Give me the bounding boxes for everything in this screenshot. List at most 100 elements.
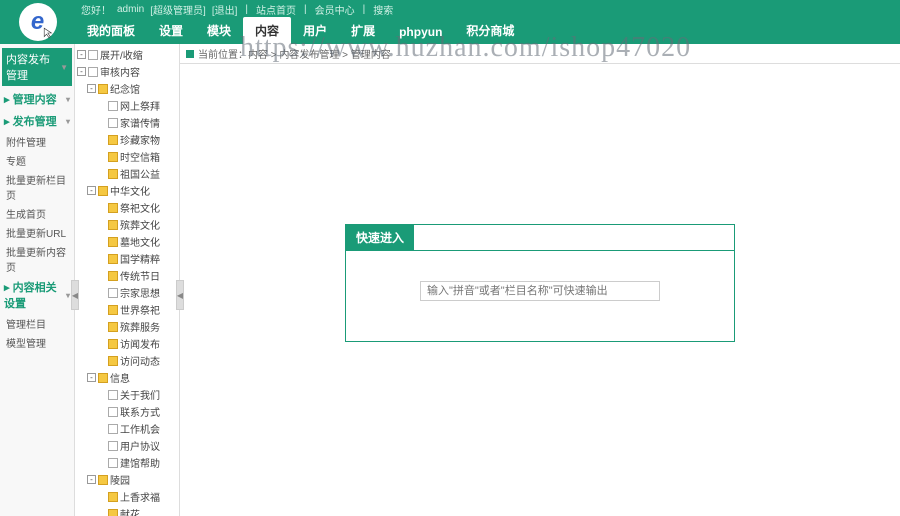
tree-node-11[interactable]: 墓地文化: [75, 233, 179, 250]
logout-link[interactable]: [退出]: [212, 2, 238, 17]
tree-node-27[interactable]: 献花: [75, 505, 179, 516]
username-text: admin: [117, 4, 144, 15]
tree-node-14[interactable]: 宗家思想: [75, 284, 179, 301]
tab-0[interactable]: 我的面板: [75, 17, 147, 44]
tree-label: 献花: [120, 506, 140, 516]
topbar: 您好！ admin [超级管理员] [退出] | 站点首页 | 会员中心 | 搜…: [75, 0, 900, 18]
quick-entry-input[interactable]: [420, 281, 660, 301]
chevron-icon: ▾: [66, 95, 70, 104]
tree-toggle-icon[interactable]: -: [87, 84, 96, 93]
left-group-2[interactable]: ▸ 内容相关设置▾: [2, 276, 72, 314]
tab-1[interactable]: 设置: [147, 17, 195, 44]
tab-6[interactable]: phpyun: [387, 20, 454, 44]
folder-icon: [108, 169, 118, 179]
tree-label: 家谱传情: [120, 115, 160, 130]
tree-node-10[interactable]: 殡葬文化: [75, 216, 179, 233]
tree-node-24[interactable]: 建馆帮助: [75, 454, 179, 471]
folder-icon: [108, 135, 118, 145]
left-item-1-2[interactable]: 批量更新栏目页: [2, 170, 72, 204]
tree-toggle-icon[interactable]: -: [77, 67, 86, 76]
tree-node-25[interactable]: - 陵园: [75, 471, 179, 488]
tree-node-13[interactable]: 传统节日: [75, 267, 179, 284]
tree-node-19[interactable]: - 信息: [75, 369, 179, 386]
tree-node-2[interactable]: - 纪念馆: [75, 80, 179, 97]
tree-toggle-icon[interactable]: -: [87, 373, 96, 382]
tab-5[interactable]: 扩展: [339, 17, 387, 44]
tree-label: 陵园: [110, 472, 130, 487]
tab-2[interactable]: 模块: [195, 17, 243, 44]
folder-icon: [108, 203, 118, 213]
tree-node-22[interactable]: 工作机会: [75, 420, 179, 437]
chevron-icon: ▾: [66, 117, 70, 126]
left-item-1-1[interactable]: 专题: [2, 151, 72, 170]
logo[interactable]: e: [19, 3, 57, 41]
tree-label: 联系方式: [120, 404, 160, 419]
tree-label: 纪念馆: [110, 81, 140, 96]
left-item-1-4[interactable]: 批量更新URL: [2, 223, 72, 242]
page-icon: [108, 288, 118, 298]
tree-node-23[interactable]: 用户协议: [75, 437, 179, 454]
folder-icon: [108, 237, 118, 247]
member-center-link[interactable]: 会员中心: [315, 2, 355, 17]
category-tree[interactable]: -展开/收缩-审核内容-纪念馆网上祭拜家谱传情珍藏家物时空信箱祖国公益-中华文化…: [75, 44, 180, 516]
breadcrumb-icon: [186, 50, 194, 58]
tree-toggle-icon[interactable]: -: [87, 186, 96, 195]
tree-label: 建馆帮助: [120, 455, 160, 470]
tree-node-3[interactable]: 网上祭拜: [75, 97, 179, 114]
tree-label: 用户协议: [120, 438, 160, 453]
tree-node-12[interactable]: 国学精粹: [75, 250, 179, 267]
left-item-2-1[interactable]: 模型管理: [2, 333, 72, 352]
folder-icon: [98, 475, 108, 485]
folder-icon: [108, 509, 118, 516]
quick-entry-title: 快速进入: [346, 225, 414, 250]
left-item-2-0[interactable]: 管理栏目: [2, 314, 72, 333]
tree-node-1[interactable]: - 审核内容: [75, 63, 179, 80]
page-icon: [108, 424, 118, 434]
tree-node-5[interactable]: 珍藏家物: [75, 131, 179, 148]
tree-node-9[interactable]: 祭祀文化: [75, 199, 179, 216]
left-group-1[interactable]: ▸ 发布管理▾: [2, 110, 72, 132]
tree-label: 传统节日: [120, 268, 160, 283]
left-panel-collapse[interactable]: ◀: [71, 280, 79, 310]
tree-node-4[interactable]: 家谱传情: [75, 114, 179, 131]
tree-label: 墓地文化: [120, 234, 160, 249]
left-group-0[interactable]: ▸ 管理内容▾: [2, 88, 72, 110]
left-item-1-3[interactable]: 生成首页: [2, 204, 72, 223]
tree-label: 国学精粹: [120, 251, 160, 266]
tab-3[interactable]: 内容: [243, 17, 291, 44]
folder-icon: [108, 254, 118, 264]
folder-icon: [98, 373, 108, 383]
left-panel-header[interactable]: 内容发布管理▼: [2, 48, 72, 86]
tree-node-17[interactable]: 访闻发布: [75, 335, 179, 352]
folder-icon: [98, 186, 108, 196]
page-icon: [88, 50, 98, 60]
tree-node-7[interactable]: 祖国公益: [75, 165, 179, 182]
tree-label: 信息: [110, 370, 130, 385]
folder-icon: [108, 492, 118, 502]
tree-label: 展开/收缩: [100, 47, 143, 62]
main-tabs: 我的面板设置模块内容用户扩展phpyun积分商城: [75, 18, 900, 44]
tree-label: 殡葬服务: [120, 319, 160, 334]
tree-node-16[interactable]: 殡葬服务: [75, 318, 179, 335]
tab-7[interactable]: 积分商城: [454, 17, 526, 44]
tree-panel-collapse[interactable]: ◀: [176, 280, 184, 310]
left-item-1-5[interactable]: 批量更新内容页: [2, 242, 72, 276]
tree-node-0[interactable]: - 展开/收缩: [75, 46, 179, 63]
tree-node-20[interactable]: 关于我们: [75, 386, 179, 403]
logo-area: e: [0, 0, 75, 44]
page-icon: [88, 67, 98, 77]
tree-node-8[interactable]: -中华文化: [75, 182, 179, 199]
tree-toggle-icon[interactable]: -: [87, 475, 96, 484]
tree-node-6[interactable]: 时空信箱: [75, 148, 179, 165]
tree-node-26[interactable]: 上香求福: [75, 488, 179, 505]
chevron-icon: ▾: [66, 291, 70, 300]
search-link[interactable]: 搜索: [373, 2, 393, 17]
tree-node-18[interactable]: 访问动态: [75, 352, 179, 369]
tree-node-15[interactable]: 世界祭祀: [75, 301, 179, 318]
left-item-1-0[interactable]: 附件管理: [2, 132, 72, 151]
tree-label: 审核内容: [100, 64, 140, 79]
site-home-link[interactable]: 站点首页: [256, 2, 296, 17]
tree-node-21[interactable]: 联系方式: [75, 403, 179, 420]
tree-toggle-icon[interactable]: -: [77, 50, 86, 59]
tab-4[interactable]: 用户: [291, 17, 339, 44]
